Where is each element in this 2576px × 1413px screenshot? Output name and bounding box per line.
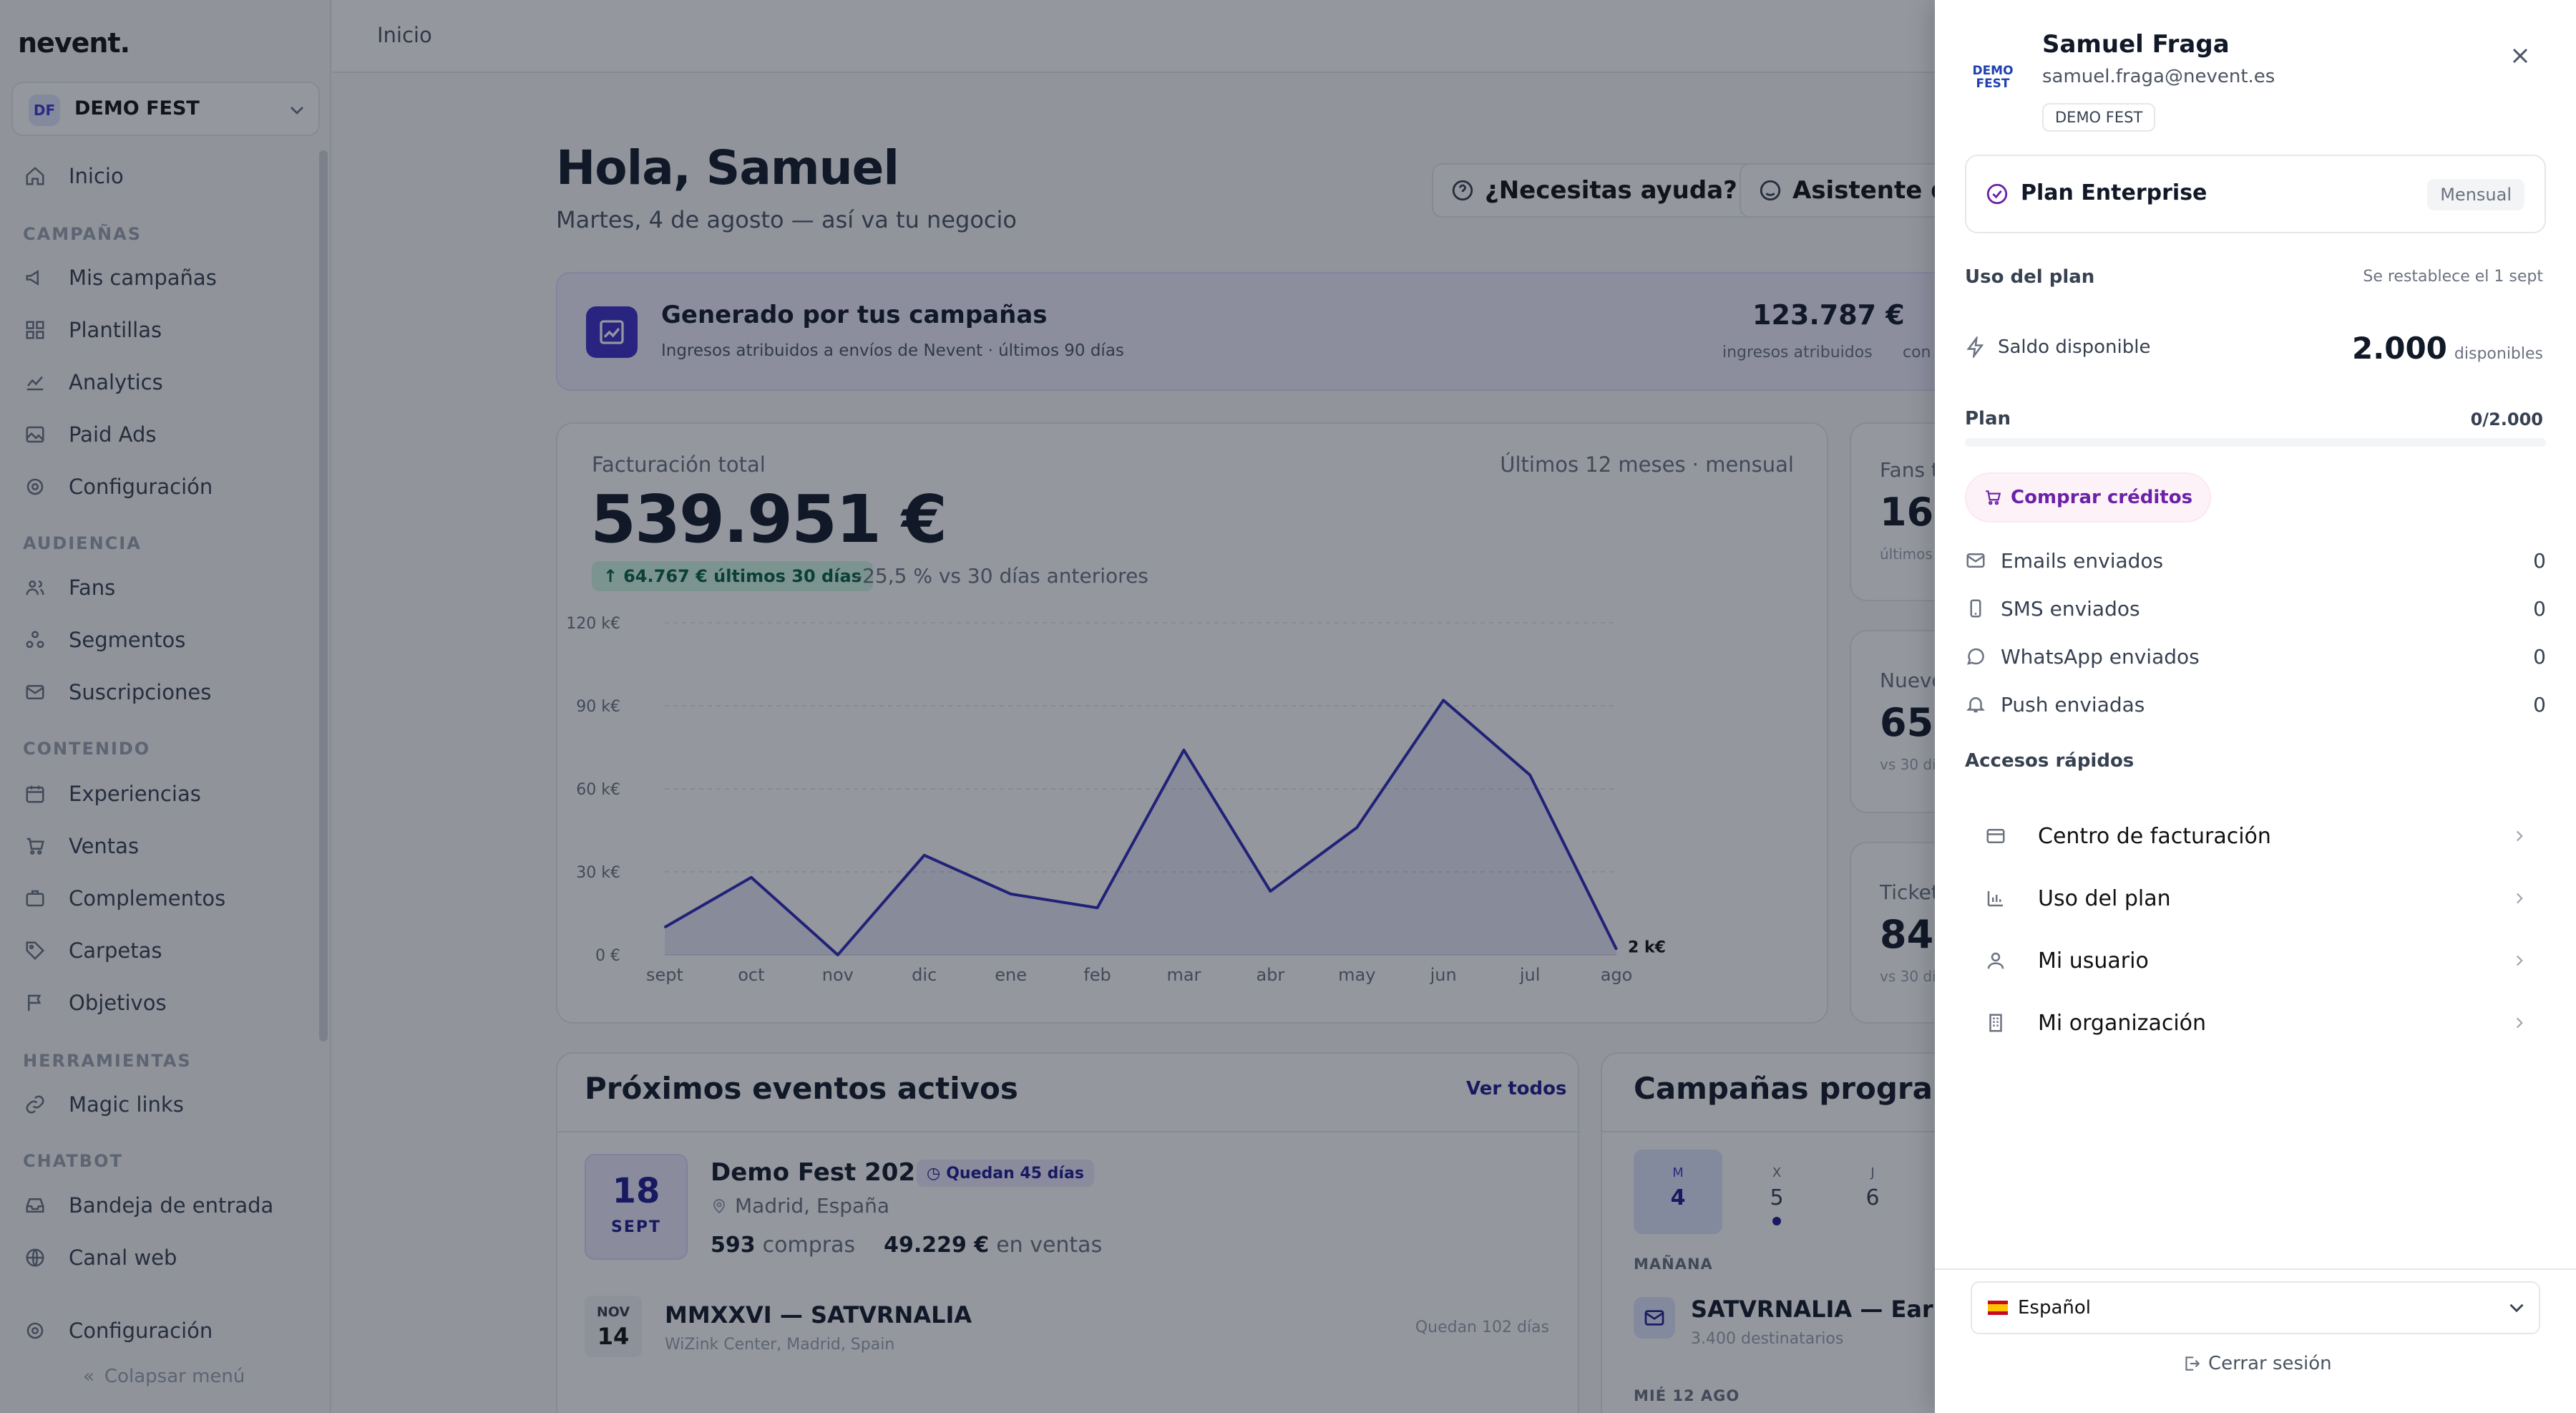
stat-label: SMS enviados bbox=[2001, 596, 2140, 621]
plan-card: Plan Enterprise Mensual bbox=[1965, 155, 2546, 233]
org-tag: DEMO FEST bbox=[2042, 103, 2156, 132]
quick-link-label: Centro de facturación bbox=[2038, 823, 2271, 849]
quick-link-plan-usage[interactable]: Uso del plan bbox=[1965, 868, 2546, 928]
logout-button[interactable]: Cerrar sesión bbox=[2182, 1353, 2332, 1374]
chevron-down-icon bbox=[2504, 1296, 2529, 1320]
plan-usage-bar bbox=[1965, 438, 2546, 447]
building-icon bbox=[1985, 1012, 2011, 1034]
check-circle-icon bbox=[1985, 182, 2009, 206]
close-icon[interactable] bbox=[2507, 43, 2533, 69]
chevron-right-icon bbox=[2510, 827, 2529, 845]
card-icon bbox=[1985, 825, 2011, 847]
stat-value: 0 bbox=[2533, 692, 2546, 717]
chevron-right-icon bbox=[2510, 1014, 2529, 1032]
whatsapp-icon bbox=[1965, 646, 1991, 667]
quick-access-title: Accesos rápidos bbox=[1965, 750, 2135, 772]
balance: 2.000 disponibles bbox=[2352, 331, 2543, 366]
quick-link-billing[interactable]: Centro de facturación bbox=[1965, 806, 2546, 866]
usage-title: Uso del plan bbox=[1965, 266, 2095, 288]
balance-unit: disponibles bbox=[2454, 345, 2543, 363]
user-icon bbox=[1985, 950, 2011, 971]
quick-link-label: Mi organización bbox=[2038, 1010, 2207, 1036]
org-logo-line: FEST bbox=[1976, 77, 2010, 91]
plan-usage: 0/2.000 bbox=[2470, 409, 2543, 429]
stat-row: WhatsApp enviados 0 bbox=[1965, 638, 2546, 674]
stat-label: Push enviadas bbox=[2001, 692, 2145, 717]
logout-icon bbox=[2182, 1354, 2201, 1373]
quick-link-label: Uso del plan bbox=[2038, 885, 2171, 911]
stat-label: WhatsApp enviados bbox=[2001, 644, 2200, 669]
chevron-right-icon bbox=[2510, 889, 2529, 908]
buy-credits-button[interactable]: Comprar créditos bbox=[1965, 472, 2212, 523]
account-drawer: DEMO FEST Samuel Fraga samuel.fraga@neve… bbox=[1935, 0, 2576, 1413]
quick-link-label: Mi usuario bbox=[2038, 948, 2149, 973]
bell-icon bbox=[1965, 694, 1991, 715]
plan-cycle-badge: Mensual bbox=[2427, 179, 2524, 210]
stat-value: 0 bbox=[2533, 548, 2546, 573]
phone-icon bbox=[1965, 598, 1991, 619]
mail-icon bbox=[1965, 550, 1991, 571]
chevron-right-icon bbox=[2510, 951, 2529, 970]
bolt-icon bbox=[1965, 336, 1986, 358]
divider bbox=[1935, 1268, 2576, 1270]
flag-es-icon bbox=[1988, 1301, 2008, 1315]
buy-credits-label: Comprar créditos bbox=[2011, 487, 2193, 508]
balance-value: 2.000 bbox=[2352, 331, 2447, 366]
stat-row: Push enviadas 0 bbox=[1965, 686, 2546, 722]
stat-value: 0 bbox=[2533, 596, 2546, 621]
quick-link-user[interactable]: Mi usuario bbox=[1965, 931, 2546, 991]
plan-label: Plan bbox=[1965, 408, 2011, 429]
usage-reset: Se restablece el 1 sept bbox=[2363, 268, 2543, 286]
logout-label: Cerrar sesión bbox=[2208, 1353, 2332, 1374]
language-select[interactable]: Español bbox=[1971, 1281, 2540, 1334]
chart-icon bbox=[1985, 888, 2011, 909]
cart-icon bbox=[1984, 488, 2002, 507]
plan-name: Plan Enterprise bbox=[2021, 180, 2207, 205]
org-logo-line: DEMO bbox=[1972, 64, 2014, 78]
quick-link-organization[interactable]: Mi organización bbox=[1965, 993, 2546, 1053]
balance-label: Saldo disponible bbox=[1998, 336, 2151, 358]
stat-label: Emails enviados bbox=[2001, 548, 2164, 573]
org-logo: DEMO FEST bbox=[1971, 64, 2015, 90]
user-email: samuel.fraga@nevent.es bbox=[2042, 66, 2275, 87]
language-value: Español bbox=[2018, 1297, 2092, 1319]
stat-row: SMS enviados 0 bbox=[1965, 591, 2546, 626]
stat-row: Emails enviados 0 bbox=[1965, 543, 2546, 578]
user-name: Samuel Fraga bbox=[2042, 30, 2230, 59]
stat-value: 0 bbox=[2533, 644, 2546, 669]
